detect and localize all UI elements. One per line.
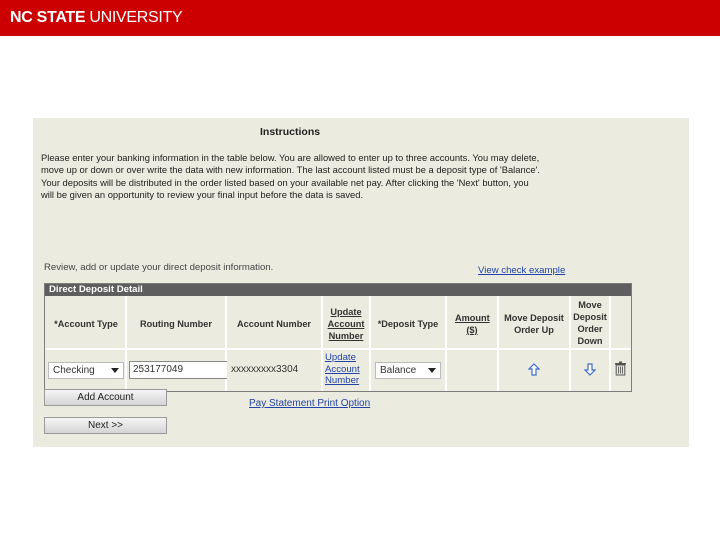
cell-amount [447, 350, 497, 391]
header-delete-cell [611, 296, 631, 348]
chevron-down-icon [111, 368, 119, 373]
header-move-down-cell: Move Deposit Order Down [571, 296, 609, 348]
view-check-example-link[interactable]: View check example [478, 265, 565, 276]
pay-statement-print-option-link[interactable]: Pay Statement Print Option [249, 398, 370, 409]
cell-routing-number: 253177049 [127, 350, 229, 391]
header-deposit-type: *Deposit Type [377, 319, 439, 329]
routing-number-input[interactable]: 253177049 [129, 361, 229, 379]
instructions-text: Please enter your banking information in… [41, 152, 540, 200]
cell-move-up [499, 350, 569, 391]
cell-account-type: Checking [45, 350, 125, 391]
next-button[interactable]: Next >> [44, 417, 167, 434]
add-account-button[interactable]: Add Account [44, 389, 167, 406]
instructions-title: Instructions [260, 126, 321, 138]
header-move-up: Move Deposit Order Up [504, 313, 564, 335]
header-update-account-number: Update Account Number [327, 307, 365, 341]
header-account-type-cell: *Account Type [45, 296, 125, 348]
header-move-up-cell: Move Deposit Order Up [499, 296, 569, 348]
trash-icon[interactable] [614, 361, 627, 376]
cell-account-number: xxxxxxxxx3304 [227, 350, 321, 391]
deposit-type-select[interactable]: Balance [375, 362, 441, 379]
header-routing-number: Routing Number [140, 319, 212, 329]
up-arrow-icon[interactable] [528, 363, 540, 377]
header-account-type: *Account Type [54, 319, 118, 329]
chevron-down-icon [428, 368, 436, 373]
review-text: Review, add or update your direct deposi… [44, 262, 274, 273]
cell-update-link: Update Account Number [323, 350, 369, 391]
header-account-number: Account Number [236, 319, 312, 329]
header-routing-cell: Routing Number [127, 296, 225, 348]
header-move-down: Move Deposit Order Down [573, 300, 607, 346]
table-title: Direct Deposit Detail [45, 284, 631, 296]
cell-deposit-type: Balance [371, 350, 445, 391]
top-bar: NC STATE UNIVERSITY [0, 0, 720, 36]
header-amount-cell: Amount ($) [447, 296, 497, 348]
cell-move-down [571, 350, 609, 391]
header-deposit-type-cell: *Deposit Type [371, 296, 445, 348]
account-type-select[interactable]: Checking [48, 362, 124, 379]
direct-deposit-table: Direct Deposit Detail *Account Type Rout… [44, 283, 632, 392]
cell-delete [611, 350, 631, 391]
update-account-number-link[interactable]: Update Account Number [325, 352, 369, 387]
account-number-value: xxxxxxxxx3304 [231, 364, 299, 375]
header-update-cell: Update Account Number [323, 296, 369, 348]
down-arrow-icon[interactable] [584, 362, 596, 376]
header-amount: Amount ($) [455, 313, 490, 335]
header-account-number-cell: Account Number [227, 296, 321, 348]
direct-deposit-panel: Instructions Please enter your banking i… [33, 118, 689, 447]
university-logo: NC STATE UNIVERSITY [10, 9, 183, 26]
